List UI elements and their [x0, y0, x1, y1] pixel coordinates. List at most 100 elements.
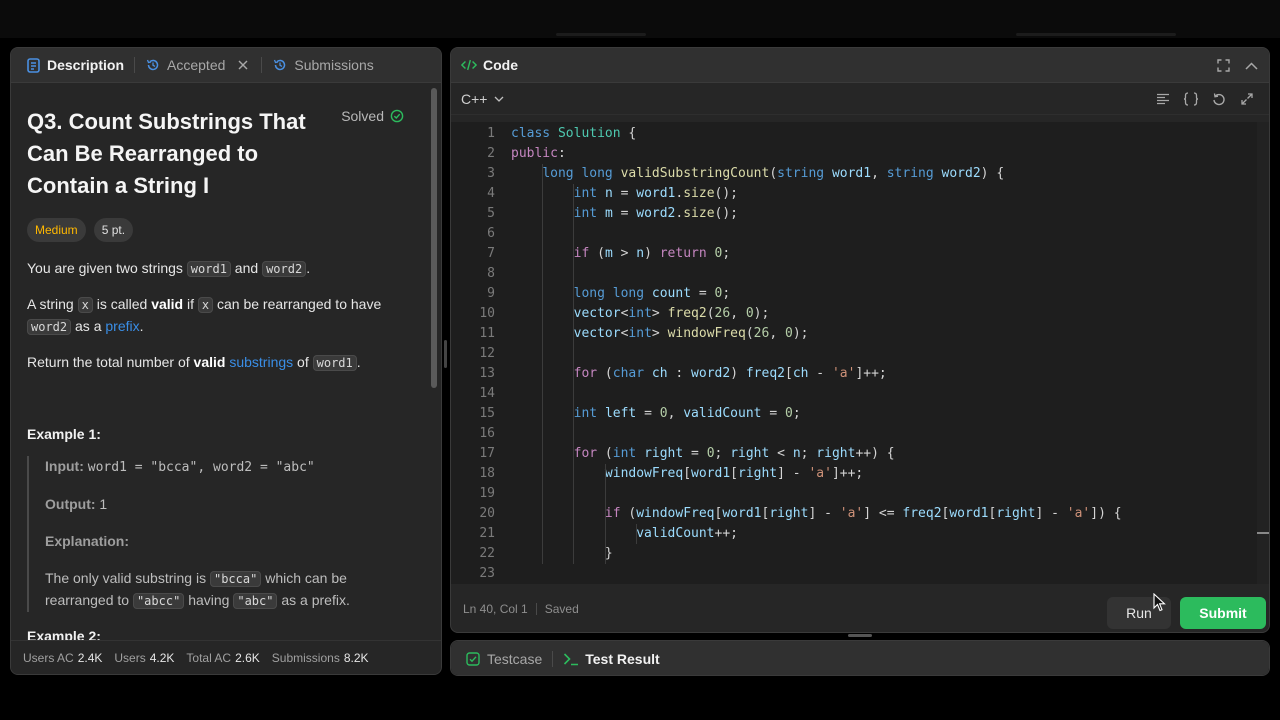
inline-code: word1 — [186, 261, 231, 277]
example-2-title: Example 2: — [27, 628, 101, 640]
tab-description-label: Description — [47, 57, 125, 73]
code-line[interactable]: 15 int left = 0, validCount = 0; — [451, 404, 1259, 424]
close-icon[interactable] — [235, 57, 251, 73]
fullscreen-icon[interactable] — [1215, 58, 1231, 74]
stat-value: 2.6K — [235, 650, 260, 665]
check-circle-icon — [389, 108, 405, 124]
top-bar — [0, 0, 1280, 38]
panel-resize-handle[interactable] — [444, 340, 447, 368]
points-badge: 5 pt. — [93, 218, 134, 242]
description-body: Q3. Count Substrings That Can Be Rearran… — [11, 84, 429, 640]
indent-guide — [635, 524, 637, 544]
stat-label: Total AC — [186, 650, 232, 665]
code-line[interactable]: 9 long long count = 0; — [451, 284, 1259, 304]
bold-text: valid — [193, 354, 226, 370]
description-scrollbar[interactable] — [431, 88, 437, 388]
explanation-label: Explanation: — [45, 533, 130, 549]
tab-description[interactable]: Description — [19, 48, 130, 83]
code-line[interactable]: 19 — [451, 484, 1259, 504]
code-panel: Code C++ 1 class Solution {2 public: 3 … — [450, 47, 1270, 633]
code-line[interactable]: 13 for (char ch : word2) freq2[ch - 'a']… — [451, 364, 1259, 384]
description-paragraph: Return the total number of valid substri… — [27, 352, 413, 374]
solved-label: Solved — [341, 108, 384, 124]
code-line[interactable]: 12 — [451, 344, 1259, 364]
code-editor[interactable]: 1 class Solution {2 public: 3 long long val… — [451, 122, 1259, 584]
code-line[interactable]: 7 if (m > n) return 0; — [451, 244, 1259, 264]
code-text: vector<int> windowFreq(26, 0); — [573, 326, 809, 341]
description-paragraph: A string x is called valid if x can be r… — [27, 294, 413, 338]
test-tabs: Testcase Test Result — [451, 641, 1269, 676]
code-line[interactable]: 17 for (int right = 0; right < n; right+… — [451, 444, 1259, 464]
input-value: word1 = "bcca", word2 = "abc" — [87, 460, 315, 475]
code-line[interactable]: 3 long long validSubstringCount(string w… — [451, 164, 1259, 184]
text: You are given two strings — [27, 260, 187, 276]
status-divider — [535, 603, 537, 615]
stat-value: 4.2K — [149, 650, 175, 665]
text: as a prefix. — [277, 592, 350, 608]
output-value: 1 — [99, 496, 108, 512]
inline-code: "abcc" — [132, 593, 185, 609]
tab-accepted-label: Accepted — [167, 57, 226, 73]
language-select[interactable]: C++ — [461, 91, 507, 107]
line-number: 7 — [487, 246, 495, 261]
line-number: 1 — [487, 126, 495, 141]
reset-icon[interactable] — [1211, 91, 1227, 107]
inline-code: "bcca" — [209, 571, 262, 587]
code-text: public: — [511, 146, 566, 161]
code-line[interactable]: 2 public: — [451, 144, 1259, 164]
format-lines-icon[interactable] — [1155, 91, 1171, 107]
prefix-link[interactable]: prefix — [105, 318, 139, 334]
code-text: int left = 0, validCount = 0; — [573, 406, 801, 421]
text: . — [139, 318, 144, 334]
tab-test-result[interactable]: Test Result — [557, 642, 665, 676]
code-line[interactable]: 8 — [451, 264, 1259, 284]
line-number: 13 — [479, 366, 495, 381]
editor-scrollbar[interactable] — [1257, 122, 1269, 584]
stat-label: Submissions — [271, 650, 340, 665]
code-line[interactable]: 1 class Solution { — [451, 124, 1259, 144]
code-line[interactable]: 20 if (windowFreq[word1[right] - 'a'] <=… — [451, 504, 1259, 524]
code-title: Code — [483, 57, 518, 73]
substrings-link[interactable]: substrings — [229, 354, 293, 370]
input-label: Input: — [45, 458, 84, 474]
code-line[interactable]: 10 vector<int> freq2(26, 0); — [451, 304, 1259, 324]
stat-users: Users 4.2K — [114, 651, 174, 665]
example-input: Input: word1 = "bcca", word2 = "abc" — [45, 456, 413, 478]
code-header: Code — [451, 48, 1269, 83]
text: if — [183, 296, 198, 312]
code-line[interactable]: 23 — [451, 564, 1259, 584]
chevron-up-icon[interactable] — [1243, 58, 1259, 74]
save-status: Saved — [544, 602, 579, 616]
submit-button[interactable]: Submit — [1180, 597, 1266, 629]
text: . — [306, 260, 311, 276]
code-line[interactable]: 6 — [451, 224, 1259, 244]
editor-toolbar: C++ — [451, 83, 1269, 115]
stat-label: Users — [114, 650, 146, 665]
tab-testcase[interactable]: Testcase — [459, 642, 548, 676]
editor-tool-actions — [1155, 83, 1255, 115]
tab-divider — [552, 651, 554, 667]
code-line[interactable]: 22 } — [451, 544, 1259, 564]
text: is called — [92, 296, 152, 312]
panel-resize-handle[interactable] — [848, 634, 872, 637]
line-number: 10 — [479, 306, 495, 321]
code-text: long long count = 0; — [573, 286, 731, 301]
example-explanation: The only valid substring is "bcca" which… — [45, 568, 413, 612]
code-line[interactable]: 4 int n = word1.size(); — [451, 184, 1259, 204]
code-line[interactable]: 21 validCount++; — [451, 524, 1259, 544]
tab-submissions[interactable]: Submissions — [266, 48, 379, 83]
code-line[interactable]: 16 — [451, 424, 1259, 444]
code-line[interactable]: 14 — [451, 384, 1259, 404]
line-number: 11 — [479, 326, 495, 341]
line-number: 6 — [487, 226, 495, 241]
test-panel: Testcase Test Result — [450, 640, 1270, 676]
code-line[interactable]: 18 windowFreq[word1[right] - 'a']++; — [451, 464, 1259, 484]
code-text: } — [511, 546, 613, 561]
expand-icon[interactable] — [1239, 91, 1255, 107]
braces-icon[interactable] — [1183, 91, 1199, 107]
code-line[interactable]: 11 vector<int> windowFreq(26, 0); — [451, 324, 1259, 344]
tab-accepted[interactable]: Accepted — [139, 48, 257, 83]
line-number: 18 — [479, 466, 495, 481]
code-text: int n = word1.size(); — [573, 186, 739, 201]
code-line[interactable]: 5 int m = word2.size(); — [451, 204, 1259, 224]
